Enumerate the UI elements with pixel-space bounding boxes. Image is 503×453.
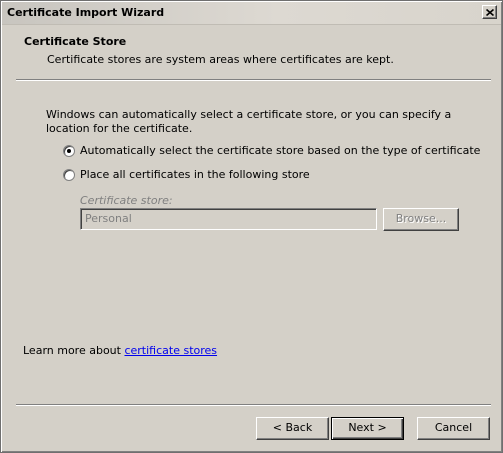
back-button[interactable]: < Back (256, 417, 329, 440)
page-title: Certificate Store (24, 35, 127, 48)
page-description: Certificate stores are system areas wher… (47, 53, 394, 66)
place-store-label[interactable]: Place all certificates in the following … (80, 168, 310, 181)
learn-more: Learn more about certificate stores (23, 344, 217, 357)
window-title: Certificate Import Wizard (7, 6, 165, 19)
wizard-header: Certificate Store Certificate stores are… (3, 25, 500, 93)
auto-select-radio[interactable] (63, 144, 75, 157)
next-button[interactable]: Next > (331, 417, 404, 440)
place-store-option[interactable]: Place all certificates in the following … (63, 168, 310, 181)
auto-select-label[interactable]: Automatically select the certificate sto… (80, 144, 480, 157)
learn-more-prefix: Learn more about (23, 344, 125, 357)
cancel-button[interactable]: Cancel (417, 417, 490, 440)
certificate-store-label: Certificate store: (80, 194, 173, 207)
close-icon (485, 8, 494, 16)
certificate-store-field: Personal (80, 208, 377, 230)
place-store-radio[interactable] (63, 168, 75, 181)
wizard-window: Certificate Import Wizard Certificate St… (0, 0, 503, 453)
intro-text: Windows can automatically select a certi… (46, 108, 452, 135)
certificate-stores-link[interactable]: certificate stores (124, 344, 217, 357)
header-divider (16, 79, 491, 81)
close-button[interactable] (482, 5, 497, 19)
title-bar[interactable]: Certificate Import Wizard (2, 2, 501, 25)
footer-divider (16, 404, 491, 406)
browse-button: Browse... (383, 208, 459, 231)
auto-select-option[interactable]: Automatically select the certificate sto… (63, 144, 480, 157)
